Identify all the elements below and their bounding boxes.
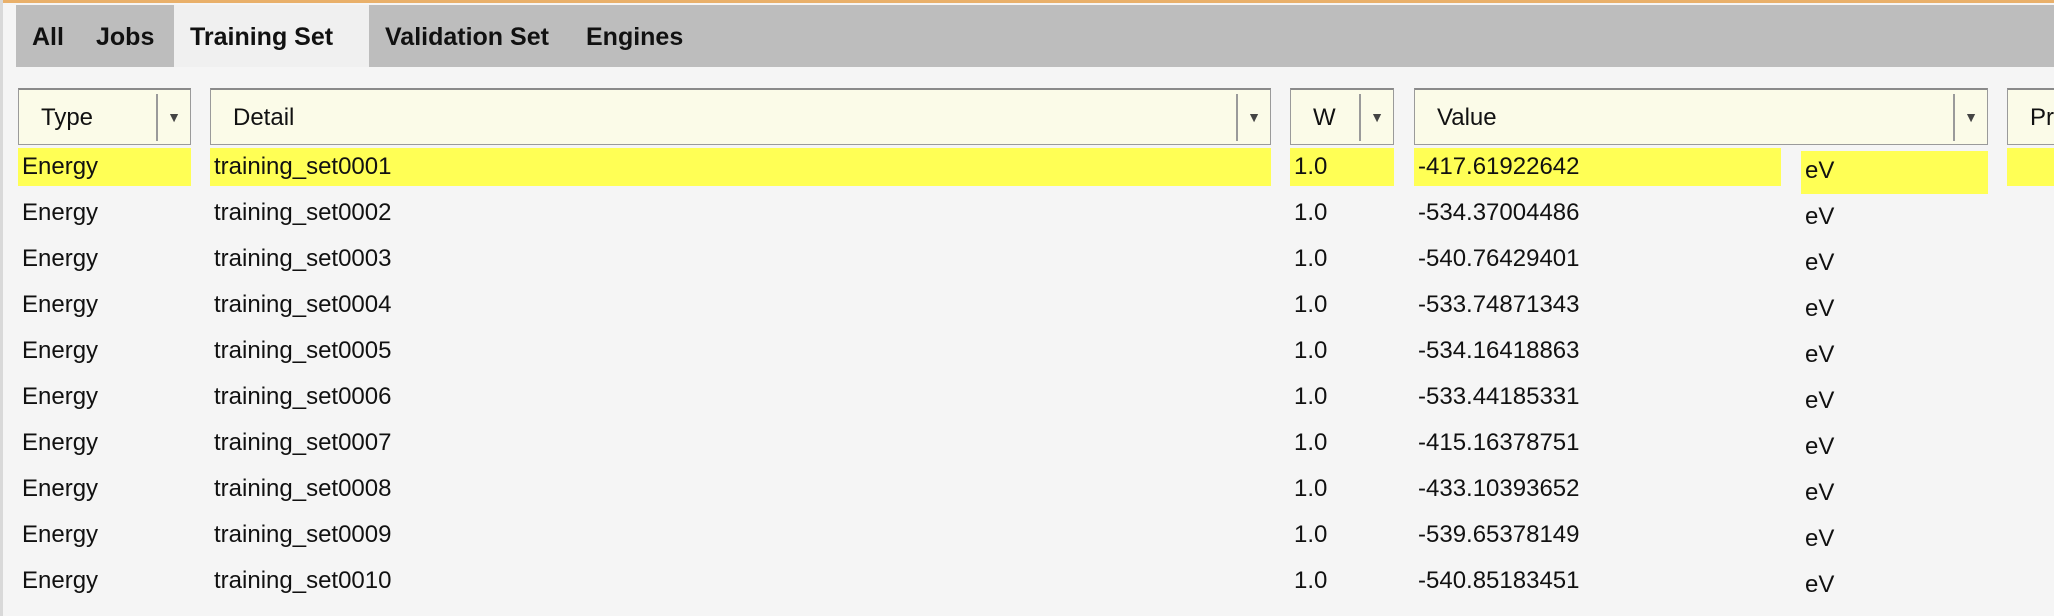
- weight-cell: 1.0: [1294, 429, 1328, 456]
- value-cell: -533.74871343: [1418, 291, 1580, 318]
- table-row[interactable]: Energy training_set0010 1.0 -540.85183451 eV: [0, 562, 2054, 608]
- column-header-value-label: Value: [1437, 104, 1497, 131]
- column-header-value[interactable]: Value ▼: [1414, 88, 1988, 145]
- table-row[interactable]: Energy training_set0001 1.0 -417.61922642 eV: [0, 148, 2054, 194]
- value-cell: -534.37004486: [1418, 199, 1580, 226]
- type-cell: Energy: [22, 199, 99, 226]
- extra-cell: [2007, 240, 2054, 278]
- extra-cell: [2007, 332, 2054, 370]
- extra-cell: [2007, 562, 2054, 600]
- type-cell: Energy: [22, 337, 99, 364]
- weight-cell: 1.0: [1294, 291, 1328, 318]
- unit-cell: eV: [1805, 433, 1835, 460]
- table-row[interactable]: Energy training_set0009 1.0 -539.65378149 eV: [0, 516, 2054, 562]
- detail-filter-dropdown-icon[interactable]: ▼: [1236, 94, 1270, 141]
- detail-cell: training_set0002: [214, 199, 392, 226]
- table-row[interactable]: Energy training_set0004 1.0 -533.74871343 eV: [0, 286, 2054, 332]
- extra-cell: [2007, 424, 2054, 462]
- type-cell: Energy: [18, 148, 191, 186]
- unit-cell: eV: [1805, 295, 1835, 322]
- column-header-type[interactable]: Type ▼: [18, 88, 191, 145]
- unit-cell: eV: [1805, 571, 1835, 598]
- type-cell: Energy: [22, 521, 99, 548]
- extra-cell: [2007, 516, 2054, 554]
- type-cell: Energy: [22, 383, 99, 410]
- weight-cell: 1.0: [1294, 337, 1328, 364]
- column-header-extra-label: Pr: [2030, 104, 2054, 131]
- value-cell: -417.61922642: [1414, 148, 1781, 186]
- detail-cell: training_set0007: [214, 429, 392, 456]
- detail-cell: training_set0010: [214, 567, 392, 594]
- unit-cell: eV: [1805, 341, 1835, 368]
- weight-cell: 1.0: [1290, 148, 1394, 186]
- column-header-weight[interactable]: W ▼: [1290, 88, 1394, 145]
- table-row[interactable]: Energy training_set0008 1.0 -433.10393652 eV: [0, 470, 2054, 516]
- value-cell: -415.16378751: [1418, 429, 1580, 456]
- value-cell: -540.85183451: [1418, 567, 1580, 594]
- detail-cell: training_set0008: [214, 475, 392, 502]
- type-cell: Energy: [22, 429, 99, 456]
- detail-cell: training_set0005: [214, 337, 392, 364]
- extra-cell: [2007, 148, 2054, 186]
- tab-all[interactable]: All: [16, 5, 80, 67]
- tab-validation-set[interactable]: Validation Set: [369, 5, 570, 67]
- detail-cell: training_set0006: [214, 383, 392, 410]
- unit-cell: eV: [1805, 387, 1835, 414]
- extra-cell: [2007, 378, 2054, 416]
- type-cell: Energy: [22, 475, 99, 502]
- unit-cell: eV: [1805, 249, 1835, 276]
- weight-cell: 1.0: [1294, 245, 1328, 272]
- table-row[interactable]: Energy training_set0006 1.0 -533.44185331 eV: [0, 378, 2054, 424]
- detail-cell: training_set0001: [210, 148, 1271, 186]
- unit-cell: eV: [1801, 151, 1988, 194]
- type-cell: Energy: [22, 245, 99, 272]
- detail-cell: training_set0009: [214, 521, 392, 548]
- table-row[interactable]: Energy training_set0002 1.0 -534.37004486 eV: [0, 194, 2054, 240]
- unit-cell: eV: [1805, 525, 1835, 552]
- tab-jobs[interactable]: Jobs: [80, 5, 174, 67]
- value-cell: -540.76429401: [1418, 245, 1580, 272]
- tab-training-set[interactable]: Training Set: [174, 5, 369, 67]
- value-cell: -539.65378149: [1418, 521, 1580, 548]
- window-frame-top: [0, 0, 2054, 3]
- weight-cell: 1.0: [1294, 567, 1328, 594]
- tab-engines[interactable]: Engines: [570, 5, 696, 67]
- extra-cell: [2007, 286, 2054, 324]
- tab-bar: All Jobs Training Set Validation Set Eng…: [16, 5, 2054, 67]
- unit-cell: eV: [1805, 479, 1835, 506]
- extra-cell: [2007, 470, 2054, 508]
- type-filter-dropdown-icon[interactable]: ▼: [156, 94, 190, 141]
- weight-cell: 1.0: [1294, 199, 1328, 226]
- value-filter-dropdown-icon[interactable]: ▼: [1953, 94, 1987, 141]
- column-header-detail-label: Detail: [233, 104, 295, 131]
- weight-cell: 1.0: [1294, 383, 1328, 410]
- weight-cell: 1.0: [1294, 521, 1328, 548]
- column-header-type-label: Type: [41, 104, 94, 131]
- detail-cell: training_set0003: [214, 245, 392, 272]
- column-header-extra[interactable]: Pr: [2007, 88, 2054, 145]
- weight-cell: 1.0: [1294, 475, 1328, 502]
- table-row[interactable]: Energy training_set0007 1.0 -415.16378751 eV: [0, 424, 2054, 470]
- column-header-detail[interactable]: Detail ▼: [210, 88, 1271, 145]
- type-cell: Energy: [22, 567, 99, 594]
- value-cell: -534.16418863: [1418, 337, 1580, 364]
- value-cell: -433.10393652: [1418, 475, 1580, 502]
- type-cell: Energy: [22, 291, 99, 318]
- table-row[interactable]: Energy training_set0003 1.0 -540.76429401 eV: [0, 240, 2054, 286]
- column-header-weight-label: W: [1313, 104, 1336, 131]
- extra-cell: [2007, 194, 2054, 232]
- detail-cell: training_set0004: [214, 291, 392, 318]
- unit-cell: eV: [1805, 203, 1835, 230]
- table-row[interactable]: Energy training_set0005 1.0 -534.16418863 eV: [0, 332, 2054, 378]
- weight-filter-dropdown-icon[interactable]: ▼: [1359, 94, 1393, 141]
- value-cell: -533.44185331: [1418, 383, 1580, 410]
